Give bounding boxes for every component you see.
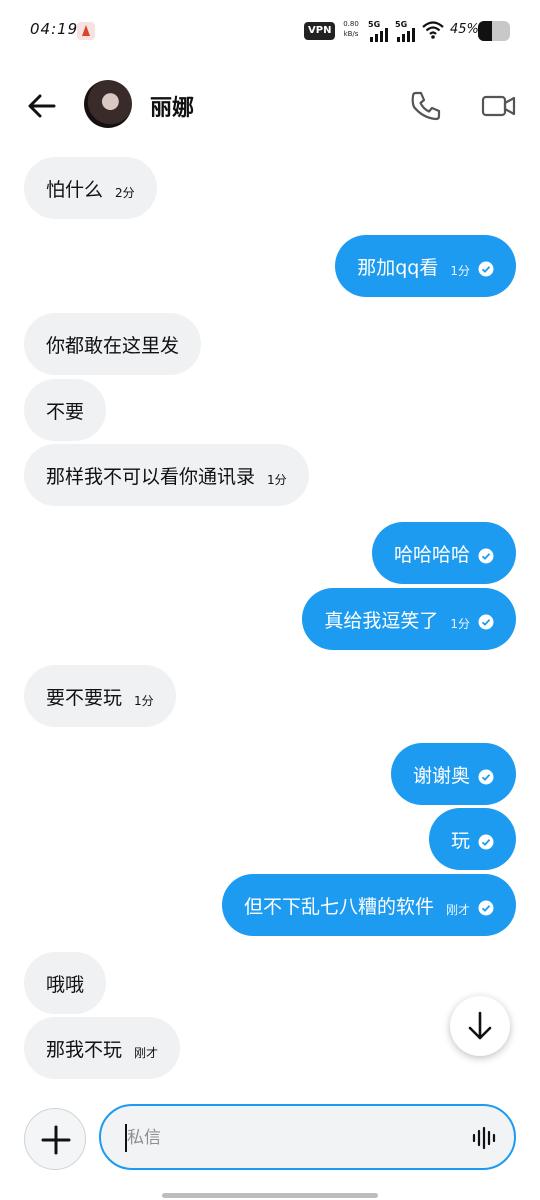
arrow-left-icon[interactable] (24, 88, 60, 124)
chat-header: 丽娜 (0, 72, 540, 138)
message-incoming[interactable]: 怕什么 2分 (24, 157, 157, 219)
message-text: 那样我不可以看你通讯录 (46, 465, 256, 488)
vpn-badge: VPN (304, 22, 336, 40)
read-check-icon (478, 261, 494, 277)
battery-percent: 45% (450, 22, 479, 37)
home-indicator (162, 1193, 378, 1198)
message-outgoing[interactable]: 哈哈哈哈 (371, 522, 516, 584)
phone-icon[interactable] (408, 88, 444, 124)
message-time: 1分 (267, 472, 287, 487)
message-input-container[interactable] (99, 1104, 516, 1170)
message-outgoing[interactable]: 那加qq看 1分 (335, 235, 516, 297)
message-time: 刚才 (134, 1045, 159, 1060)
message-incoming[interactable]: 要不要玩 1分 (24, 665, 176, 727)
contact-name[interactable]: 丽娜 (150, 90, 194, 122)
message-text: 不要 (46, 400, 85, 423)
message-text: 要不要玩 (46, 686, 123, 709)
message-time: 1分 (450, 263, 470, 278)
message-incoming[interactable]: 不要 (24, 379, 107, 441)
message-text: 哦哦 (46, 973, 85, 996)
message-outgoing[interactable]: 谢谢奥 (390, 743, 516, 805)
message-text: 谢谢奥 (412, 764, 470, 787)
arrow-down-icon (468, 1011, 492, 1040)
message-time: 刚才 (445, 902, 470, 917)
message-time: 2分 (115, 185, 135, 200)
battery-icon (478, 21, 510, 41)
status-bar: 04:19 VPN 0.80 kB/s 5G 5G 45% (0, 0, 540, 62)
message-composer (0, 1096, 540, 1186)
message-incoming[interactable]: 你都敢在这里发 (24, 313, 202, 375)
contact-avatar[interactable] (84, 80, 132, 128)
read-check-icon (478, 834, 494, 850)
message-text: 真给我逗笑了 (324, 609, 439, 632)
message-outgoing[interactable]: 玩 (428, 808, 516, 870)
network-speed-unit: kB/s (343, 30, 359, 38)
message-incoming[interactable]: 那样我不可以看你通讯录 1分 (24, 444, 309, 506)
message-time: 1分 (134, 693, 154, 708)
message-text: 玩 (450, 829, 470, 852)
scroll-to-bottom-button[interactable] (450, 996, 510, 1056)
message-incoming[interactable]: 那我不玩 刚才 (24, 1017, 181, 1079)
read-check-icon (478, 900, 494, 916)
message-text: 怕什么 (46, 178, 104, 201)
read-check-icon (478, 614, 494, 630)
add-attachment-button[interactable] (24, 1108, 86, 1170)
video-camera-icon[interactable] (480, 88, 518, 124)
message-outgoing[interactable]: 真给我逗笑了 1分 (302, 588, 516, 650)
message-text: 哈哈哈哈 (393, 543, 470, 566)
network-speed-value: 0.80 (343, 20, 359, 28)
read-check-icon (478, 769, 494, 785)
message-text: 那加qq看 (357, 256, 439, 279)
wifi-icon (422, 21, 444, 39)
read-check-icon (478, 548, 494, 564)
message-outgoing[interactable]: 但不下乱七八糟的软件 刚才 (221, 874, 516, 936)
app-notification-icon (77, 22, 95, 40)
message-time: 1分 (450, 616, 470, 631)
message-text: 你都敢在这里发 (46, 334, 180, 357)
message-text: 那我不玩 (46, 1038, 123, 1061)
message-incoming[interactable]: 哦哦 (24, 952, 107, 1014)
signal-icon-1: 5G (368, 20, 390, 42)
status-time: 04:19 (30, 20, 79, 38)
network-speed: 0.80 kB/s (340, 19, 362, 39)
message-text: 但不下乱七八糟的软件 (243, 895, 434, 918)
signal-icon-2: 5G (395, 20, 417, 42)
plus-icon (41, 1125, 71, 1155)
voice-waveform-icon[interactable] (471, 1126, 497, 1150)
message-input[interactable] (127, 1124, 447, 1152)
